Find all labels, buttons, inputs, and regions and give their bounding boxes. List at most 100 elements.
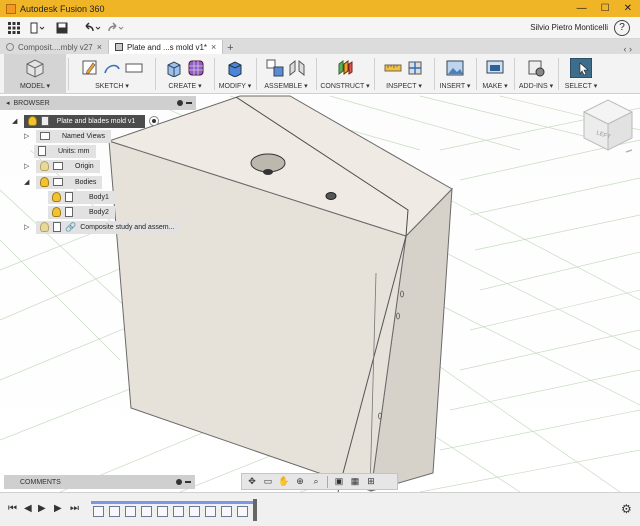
viewcube[interactable]: LEFT (578, 98, 636, 158)
toolbar-group-label: ASSEMBLE ▾ (264, 83, 308, 90)
inspect-group[interactable]: INSPECT ▾ (376, 54, 432, 94)
display-settings-icon[interactable]: ▣ (332, 476, 346, 488)
visibility-bulb-icon[interactable] (40, 177, 49, 187)
expand-arrow-icon[interactable]: ▷ (24, 162, 32, 170)
tree-item-composite-link[interactable]: ▷ 🔗 Composite study and assem... (24, 220, 181, 234)
add-ins-group[interactable]: ADD-INS ▾ (516, 54, 556, 94)
timeline-settings-icon[interactable]: ⚙ (621, 502, 632, 516)
timeline-sketch-feature[interactable] (141, 506, 152, 517)
step-back-icon[interactable]: ◀ (24, 503, 32, 514)
tree-item-origin[interactable]: ▷ Origin (24, 159, 100, 173)
workspace-switcher[interactable]: MODEL ▾ (4, 54, 66, 94)
insert-group[interactable]: INSERT ▾ (436, 54, 474, 94)
help-button[interactable]: ? (614, 19, 630, 36)
go-to-start-icon[interactable]: ⏮ (8, 503, 17, 514)
timeline-combine-feature[interactable] (237, 506, 248, 517)
rectangle-icon (125, 63, 143, 73)
tree-item-label: Origin (75, 162, 94, 170)
timeline-extrude-feature[interactable] (157, 506, 168, 517)
assemble-group[interactable]: ASSEMBLE ▾ (258, 54, 314, 94)
minimize-panel-icon[interactable] (185, 481, 191, 483)
tree-item-bodies[interactable]: ◢ Bodies (24, 175, 103, 189)
make-group[interactable]: MAKE ▾ (478, 54, 512, 94)
play-icon[interactable]: ▶ (38, 503, 46, 514)
visibility-bulb-icon[interactable] (52, 207, 61, 217)
link-icon: 🔗 (65, 221, 77, 232)
timeline-track[interactable] (91, 499, 259, 521)
timeline-sketch-feature[interactable] (189, 506, 200, 517)
tab-plate-and-blades-mold[interactable]: Plate and ...s mold v1* × (108, 40, 224, 54)
activate-radio-icon[interactable] (149, 116, 159, 126)
grid-settings-icon[interactable]: ▦ (348, 476, 362, 488)
data-panel-button[interactable] (4, 19, 24, 37)
toolbar-divider (155, 58, 156, 90)
timeline-split-feature[interactable] (221, 506, 232, 517)
maximize-button[interactable]: ☐ (601, 3, 610, 14)
timeline-extrude-feature[interactable] (125, 506, 136, 517)
add-comment-icon[interactable] (176, 479, 182, 485)
timeline-sketch-feature[interactable] (93, 506, 104, 517)
pan-icon[interactable]: ✋ (277, 476, 291, 488)
toolbar-group-label: MAKE ▾ (482, 83, 508, 90)
timeline-extrude-feature[interactable] (205, 506, 216, 517)
tree-item-named-views[interactable]: ▷ Named Views (24, 129, 112, 143)
undo-button[interactable] (82, 19, 102, 37)
timeline-extrude-feature[interactable] (109, 506, 120, 517)
collapse-arrow-icon[interactable]: ◢ (24, 178, 32, 186)
through-hole[interactable] (263, 169, 273, 175)
collapse-arrow-icon[interactable]: ◢ (12, 117, 20, 125)
expand-arrow-icon[interactable]: ▷ (24, 223, 32, 231)
file-menu-button[interactable] (28, 19, 48, 37)
zoom-icon[interactable]: ⊕ (293, 476, 307, 488)
modify-group[interactable]: MODIFY ▾ (216, 54, 254, 94)
toolbar-group-label: CONSTRUCT ▾ (320, 83, 370, 90)
orbit-icon[interactable]: ✥ (245, 476, 259, 488)
go-to-end-icon[interactable]: ⏭ (70, 503, 79, 514)
canvas-viewport[interactable] (0, 95, 640, 492)
close-tab-icon[interactable]: × (97, 42, 102, 52)
visibility-bulb-icon[interactable] (52, 192, 61, 202)
visibility-bulb-icon[interactable] (40, 222, 49, 232)
tree-item-body2[interactable]: Body2 (48, 205, 115, 219)
look-at-icon[interactable]: ▭ (261, 476, 275, 488)
comments-controls[interactable] (176, 479, 191, 485)
step-forward-icon[interactable]: ▶ (54, 503, 62, 514)
comments-title: COMMENTS (20, 478, 61, 486)
toolbar-group-label: CREATE ▾ (168, 83, 202, 90)
comments-panel[interactable]: COMMENTS (4, 475, 195, 489)
close-window-button[interactable]: ✕ (624, 3, 632, 14)
zoom-window-icon[interactable]: ⌕ (309, 476, 323, 488)
timeline-hole-feature[interactable] (173, 506, 184, 517)
sketch-group[interactable]: SKETCH ▾ (70, 54, 154, 94)
select-group[interactable]: SELECT ▾ (562, 54, 600, 94)
visibility-bulb-icon[interactable] (28, 116, 37, 126)
redo-button[interactable] (106, 19, 126, 37)
timeline-marker[interactable] (253, 499, 257, 521)
pin-icon[interactable] (177, 100, 183, 106)
scene-canvas[interactable] (0, 95, 640, 492)
close-tab-icon[interactable]: × (211, 42, 216, 52)
viewcube-rotate-arrow-icon[interactable] (625, 149, 633, 153)
new-tab-button[interactable]: + (223, 42, 237, 54)
tab-menu-icon[interactable]: ‹ › (624, 44, 633, 54)
user-name[interactable]: Silvio Pietro Monticelli (530, 23, 608, 32)
tree-root-row[interactable]: Plate and blades mold v1 (24, 114, 145, 128)
create-group[interactable]: CREATE ▾ (157, 54, 213, 94)
pin-hole[interactable] (325, 192, 337, 200)
tree-item-body1[interactable]: Body1 (48, 190, 115, 204)
press-pull-icon (228, 61, 242, 77)
toolbar-divider (558, 58, 559, 90)
viewports-icon[interactable]: ⊞ (364, 476, 378, 488)
minimize-panel-icon[interactable] (186, 102, 192, 104)
visibility-bulb-icon[interactable] (40, 161, 49, 171)
save-button[interactable] (52, 19, 72, 37)
grid-icon (8, 21, 20, 34)
collapse-icon[interactable]: ◂ (6, 99, 10, 107)
construct-group[interactable]: CONSTRUCT ▾ (318, 54, 372, 94)
tree-item-units[interactable]: Units: mm (34, 144, 96, 158)
minimize-button[interactable]: — (577, 3, 587, 14)
expand-arrow-icon[interactable]: ▷ (24, 132, 32, 140)
browser-header-controls[interactable] (177, 100, 192, 106)
tab-composite-assembly[interactable]: Composit....mbly v27 × (0, 40, 109, 54)
tree-root[interactable]: ◢ Plate and blades mold v1 (12, 114, 159, 128)
